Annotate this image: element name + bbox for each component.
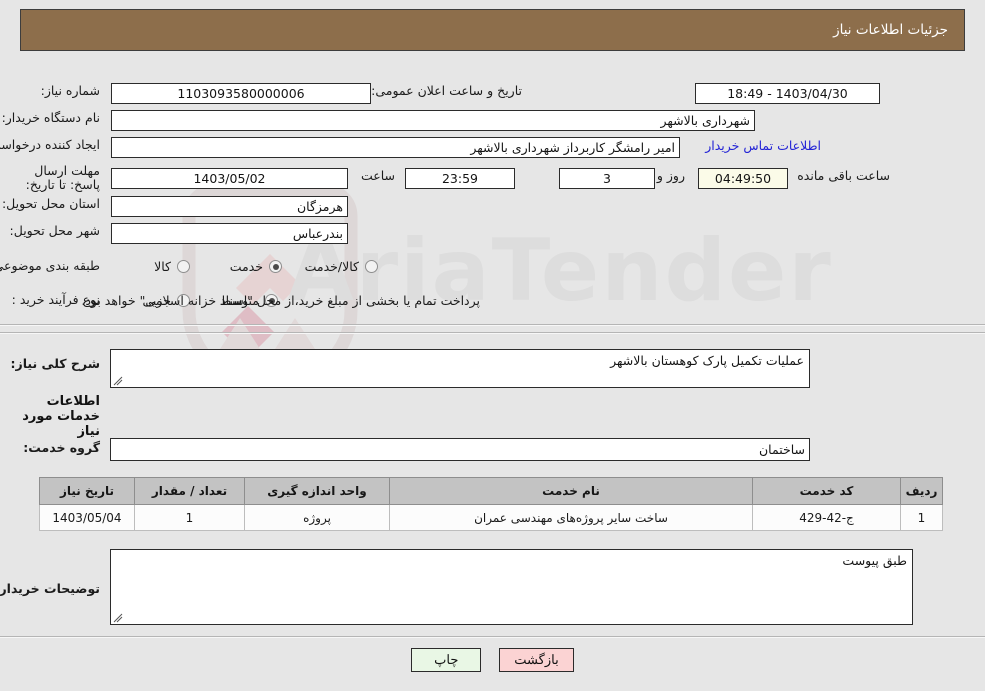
col-index: ردیف [900, 477, 943, 505]
cell-quantity: 1 [134, 504, 245, 531]
need-description-label: شرح کلی نیاز: [10, 356, 100, 371]
category-label-wrap: طبقه بندی موضوعی: [0, 258, 100, 273]
remaining-days-text: روز و [656, 168, 685, 183]
category-option-2[interactable]: کالا/خدمت [291, 259, 378, 274]
service-group-field-wrap: ساختمان [110, 438, 810, 461]
footer-button-row: بازگشت چاپ [0, 648, 985, 672]
col-code: کد خدمت [752, 477, 901, 505]
need-description-textarea[interactable]: عملیات تکمیل پارک کوهستان بالاشهر [110, 349, 810, 388]
buyer-org-value[interactable]: شهرداری بالاشهر [111, 110, 755, 131]
process-note: پرداخت تمام یا بخشی از مبلغ خرید،از محل … [81, 293, 480, 308]
city-value[interactable]: بندرعباس [111, 223, 348, 244]
cell-date: 1403/05/04 [39, 504, 135, 531]
category-label-kala: کالا [154, 259, 171, 274]
col-quantity: تعداد / مقدار [134, 477, 245, 505]
services-table-wrap: ردیف کد خدمت نام خدمت واحد اندازه گیری ت… [39, 477, 943, 531]
cell-name: ساخت سایر پروژه‌های مهندسی عمران [389, 504, 753, 531]
deadline-hour-wrap: 23:59 [405, 168, 515, 189]
resize-grip-icon-2[interactable] [113, 613, 123, 623]
requester-field-wrap: امیر رامشگر کاربرداز شهرداری بالاشهر [111, 137, 680, 158]
requester-value[interactable]: امیر رامشگر کاربرداز شهرداری بالاشهر [111, 137, 680, 158]
col-date: تاریخ نیاز [39, 477, 135, 505]
section-divider-2 [0, 332, 985, 334]
services-section-heading: اطلاعات خدمات مورد نیاز [22, 394, 100, 439]
cell-code: ج-42-429 [752, 504, 901, 531]
services-table: ردیف کد خدمت نام خدمت واحد اندازه گیری ت… [39, 477, 943, 531]
buyer-notes-label-wrap: توضیحات خریدار: [0, 581, 100, 596]
announce-datetime-field-wrap: 18:49 - 1403/04/30 [0, 83, 880, 104]
deadline-label-wrap: مهلت ارسال پاسخ: تا تاریخ: [10, 164, 100, 192]
buyer-notes-textarea[interactable]: طبق پیوست [110, 549, 913, 625]
resize-grip-icon[interactable] [113, 376, 123, 386]
deadline-date-value[interactable]: 1403/05/02 [111, 168, 348, 189]
announce-datetime-value[interactable]: 18:49 - 1403/04/30 [695, 83, 880, 104]
category-option-0[interactable]: کالا [140, 259, 190, 274]
back-button[interactable]: بازگشت [499, 648, 574, 672]
requester-label-wrap: ایجاد کننده درخواست: [0, 137, 100, 152]
category-label-kala-khedmat: کالا/خدمت [304, 259, 359, 274]
category-label: طبقه بندی موضوعی: [0, 258, 100, 273]
footer-divider [0, 636, 985, 638]
col-name: نام خدمت [389, 477, 753, 505]
province-value[interactable]: هرمزگان [111, 196, 348, 217]
cell-index: 1 [900, 504, 943, 531]
remaining-days-value[interactable]: 3 [559, 168, 655, 189]
province-label-wrap: استان محل تحویل: [2, 196, 100, 211]
category-radio-khedmat[interactable] [269, 260, 282, 273]
category-radio-kala-khedmat[interactable] [365, 260, 378, 273]
province-label: استان محل تحویل: [1, 196, 100, 211]
announce-datetime-label-wrap: تاریخ و ساعت اعلان عمومی: [371, 83, 522, 98]
deadline-date-wrap: 1403/05/02 [111, 168, 348, 189]
table-header-row: ردیف کد خدمت نام خدمت واحد اندازه گیری ت… [39, 477, 943, 505]
buyer-notes-label: توضیحات خریدار: [0, 581, 100, 596]
deadline-label: مهلت ارسال پاسخ: تا تاریخ: [25, 163, 100, 192]
requester-label: ایجاد کننده درخواست: [0, 137, 100, 152]
watermark-logo: AriaTender [0, 180, 985, 440]
buyer-org-label-wrap: نام دستگاه خریدار: [2, 110, 100, 125]
page-title: جزئیات اطلاعات نیاز [833, 22, 948, 38]
buyer-org-label: نام دستگاه خریدار: [1, 110, 100, 125]
need-description-label-wrap: شرح کلی نیاز: [11, 356, 100, 371]
category-label-khedmat: خدمت [229, 259, 263, 274]
buyer-contact-link[interactable]: اطلاعات تماس خریدار [699, 138, 827, 153]
countdown-text: ساعت باقی مانده [797, 168, 890, 183]
service-group-value[interactable]: ساختمان [110, 438, 810, 461]
cell-unit: پروژه [244, 504, 390, 531]
col-unit: واحد اندازه گیری [244, 477, 390, 505]
city-label: شهر محل تحویل: [9, 223, 100, 238]
city-field-wrap: بندرعباس [111, 223, 348, 244]
table-row[interactable]: 1 ج-42-429 ساخت سایر پروژه‌های مهندسی عم… [39, 504, 943, 531]
countdown-wrap: 04:49:50 [698, 168, 788, 189]
page-header: جزئیات اطلاعات نیاز [20, 9, 965, 51]
print-button[interactable]: چاپ [411, 648, 482, 672]
announce-datetime-label: تاریخ و ساعت اعلان عمومی: [371, 83, 522, 98]
service-group-label: گروه خدمت: [23, 440, 100, 455]
remaining-days-wrap: 3 [559, 168, 655, 189]
need-description-value: عملیات تکمیل پارک کوهستان بالاشهر [610, 353, 804, 368]
deadline-hour-label: ساعت [360, 168, 395, 183]
service-group-label-wrap: گروه خدمت: [23, 440, 100, 455]
category-radio-kala[interactable] [177, 260, 190, 273]
countdown-timer: 04:49:50 [698, 168, 788, 189]
remaining-days-text-wrap: روز و [652, 168, 690, 183]
buyer-notes-value: طبق پیوست [842, 553, 907, 568]
city-label-wrap: شهر محل تحویل: [10, 223, 100, 238]
deadline-hour-label-wrap: ساعت [361, 168, 395, 183]
category-option-1[interactable]: خدمت [216, 259, 282, 274]
deadline-hour-value[interactable]: 23:59 [405, 168, 515, 189]
buyer-org-field-wrap: شهرداری بالاشهر [111, 110, 755, 131]
page-root: AriaTender جزئیات اطلاعات نیاز شماره نیا… [0, 0, 985, 691]
countdown-text-wrap: ساعت باقی مانده [792, 168, 895, 183]
province-field-wrap: هرمزگان [111, 196, 348, 217]
process-note-wrap: پرداخت تمام یا بخشی از مبلغ خرید،از محل … [81, 293, 480, 308]
section-divider-1 [0, 324, 985, 326]
